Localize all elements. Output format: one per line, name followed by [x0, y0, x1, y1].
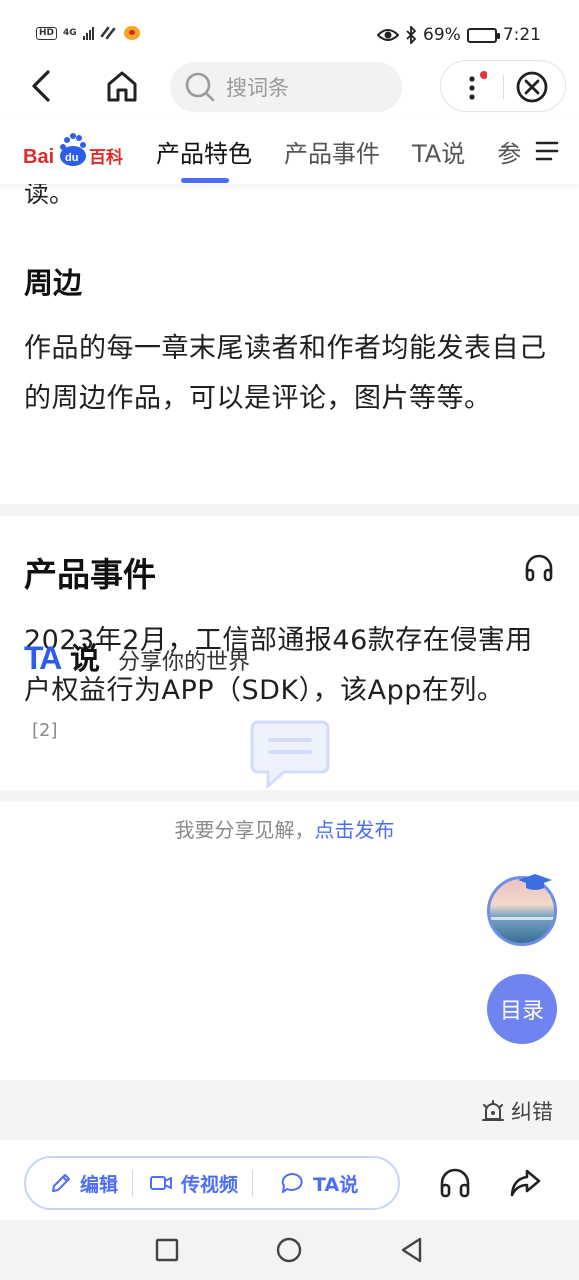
status-left: HD 4G: [36, 26, 140, 40]
home-nav-button[interactable]: [275, 1236, 303, 1264]
bottom-toolbar: 编辑 传视频 TA说: [0, 1140, 579, 1220]
pencil-icon: [52, 1174, 70, 1192]
status-bar: HD 4G 69% 7:21: [0, 0, 579, 60]
listen-icon[interactable]: [438, 1166, 472, 1200]
more-icon[interactable]: [457, 71, 487, 103]
text-fragment: 读。: [24, 179, 75, 208]
eye-icon: [377, 29, 400, 41]
close-icon[interactable]: [515, 70, 549, 104]
signal-icon: [82, 26, 94, 40]
wifi-icon: [100, 26, 115, 40]
headphones-icon[interactable]: [523, 552, 555, 584]
battery-icon: [466, 27, 500, 43]
status-right: 69% 7:21: [377, 25, 541, 45]
ta-shuo-label: TA说: [313, 1173, 359, 1196]
tab-list: 产品特色 产品事件 TA说 参: [156, 134, 526, 169]
svg-text:百科: 百科: [89, 147, 123, 168]
bluetooth-icon: [406, 26, 417, 44]
tab-ta-shuo[interactable]: TA说: [412, 134, 465, 169]
ta-shuo-slogan: 分享你的世界: [118, 650, 251, 675]
report-band: 纠错: [0, 1080, 579, 1140]
weibo-icon: [123, 26, 140, 40]
section-peripheral: 周边 作品的每一章末尾读者和作者均能发表自己的周边作品，可以是评论，图片等等。: [24, 260, 556, 424]
section-divider: [0, 504, 579, 516]
tab-product-features[interactable]: 产品特色: [156, 134, 252, 169]
svg-text:Bai: Bai: [23, 146, 54, 168]
video-icon: [150, 1176, 173, 1190]
upload-video-button[interactable]: 传视频: [133, 1158, 252, 1208]
publish-link[interactable]: 点击发布: [315, 818, 395, 842]
toc-label: 目录: [499, 999, 544, 1024]
recent-apps-button[interactable]: [153, 1236, 181, 1264]
tab-bar: Bai du 百科 产品特色 产品事件 TA说 参: [0, 116, 579, 184]
share-icon[interactable]: [508, 1166, 542, 1200]
svg-text:说: 说: [70, 642, 100, 674]
hd-badge: HD: [36, 26, 58, 40]
section-body: 作品的每一章末尾读者和作者均能发表自己的周边作品，可以是评论，图片等等。: [24, 333, 547, 414]
search-input[interactable]: 搜词条: [170, 62, 402, 112]
upload-video-label: 传视频: [181, 1173, 239, 1196]
edit-button[interactable]: 编辑: [26, 1158, 132, 1208]
report-label: 纠错: [511, 1100, 553, 1124]
baidu-baike-logo[interactable]: Bai du 百科: [23, 132, 127, 168]
toc-button[interactable]: 目录: [487, 974, 557, 1044]
back-button[interactable]: [24, 66, 60, 106]
active-tab-indicator: [181, 178, 229, 183]
menu-icon[interactable]: [532, 138, 562, 164]
search-placeholder: 搜词条: [226, 76, 289, 100]
alarm-icon: [482, 1100, 504, 1121]
capsule-divider: [503, 75, 504, 99]
home-button[interactable]: [102, 66, 142, 106]
section-title: 周边: [24, 266, 83, 300]
battery-percent: 69%: [423, 25, 461, 45]
chat-bubble-icon: [281, 1172, 303, 1193]
network-type: 4G: [63, 28, 77, 38]
edit-label: 编辑: [80, 1173, 119, 1196]
ta-shuo-logo: TA 说: [24, 640, 100, 674]
tab-product-events[interactable]: 产品事件: [284, 134, 380, 169]
nav-bar: 搜词条: [0, 60, 579, 116]
empty-prompt-text: 我要分享见解，: [174, 818, 315, 842]
section-title: 产品事件: [24, 555, 156, 594]
report-error-button[interactable]: 纠错: [481, 1096, 553, 1126]
svg-text:du: du: [65, 152, 78, 164]
ta-shuo-button[interactable]: TA说: [253, 1158, 358, 1208]
tab-reference[interactable]: 参: [497, 134, 521, 169]
clock: 7:21: [502, 25, 541, 45]
back-nav-button[interactable]: [398, 1236, 426, 1264]
action-pill: 编辑 传视频 TA说: [24, 1156, 400, 1210]
system-nav-bar: [0, 1220, 579, 1280]
graduation-cap-icon: [518, 874, 552, 890]
comment-icon: [250, 720, 330, 790]
mini-app-capsule: [440, 60, 566, 112]
empty-prompt: 我要分享见解，点击发布: [0, 814, 579, 843]
search-icon: [185, 72, 215, 102]
svg-text:TA: TA: [24, 640, 62, 674]
